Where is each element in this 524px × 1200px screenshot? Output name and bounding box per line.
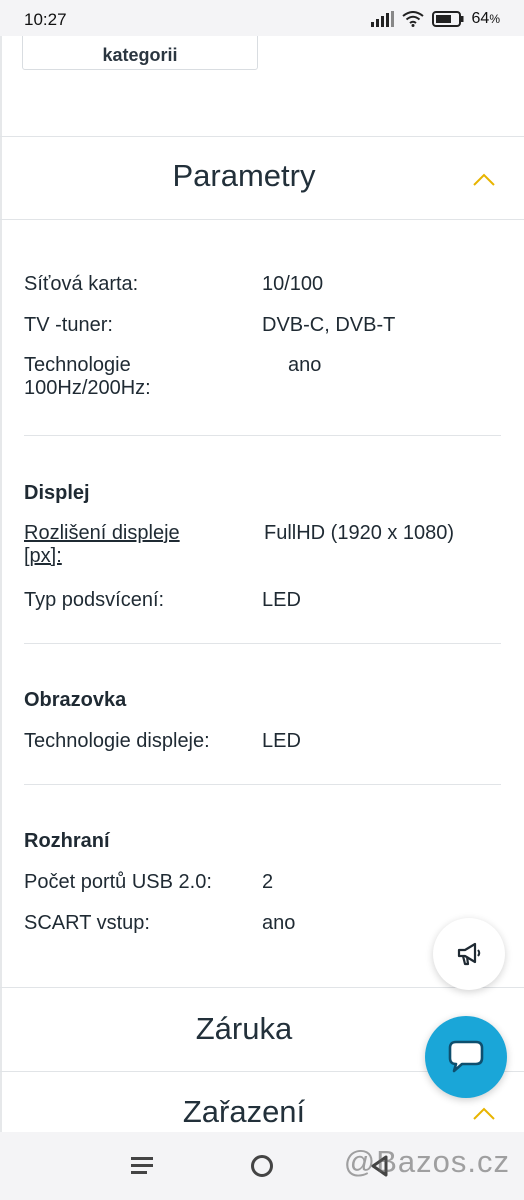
- param-row: Rozlišení displeje [px]: FullHD (1920 x …: [24, 522, 504, 570]
- divider: [0, 136, 524, 137]
- param-row: Počet portů USB 2.0: 2: [24, 871, 504, 895]
- param-value: ano: [262, 912, 296, 934]
- system-nav-bar: @Bazos.cz: [0, 1132, 524, 1200]
- param-value: FullHD (1920 x 1080): [264, 522, 455, 544]
- zarazeni-title: Zařazení: [182, 1094, 306, 1129]
- home-icon[interactable]: [250, 1154, 274, 1178]
- param-value: DVB-C, DVB-T: [262, 314, 396, 336]
- param-value: ano: [288, 354, 322, 376]
- battery-percent: 64%: [471, 10, 500, 27]
- param-value: LED: [262, 730, 301, 752]
- divider: [0, 219, 524, 220]
- group-title-rozhrani: Rozhraní: [24, 830, 110, 852]
- param-label-line2: 100Hz/200Hz:: [24, 377, 151, 399]
- wifi-icon: [401, 11, 424, 27]
- param-label: SCART vstup:: [24, 912, 150, 934]
- param-row: TV -tuner: DVB-C, DVB-T: [24, 314, 504, 338]
- param-row: Síťová karta: 10/100: [24, 273, 504, 297]
- param-value: LED: [262, 589, 301, 611]
- battery-icon: [431, 11, 464, 27]
- param-row: Technologie 100Hz/200Hz: ano: [24, 354, 504, 402]
- param-label: TV -tuner:: [24, 314, 113, 336]
- param-label: Počet portů USB 2.0:: [24, 871, 212, 893]
- card-border: [0, 36, 2, 1132]
- report-button[interactable]: [433, 918, 505, 990]
- param-row: Technologie displeje: LED: [24, 730, 504, 754]
- param-label-line2[interactable]: [px]:: [24, 545, 62, 567]
- divider: [0, 987, 524, 988]
- parametry-title: Parametry: [172, 158, 316, 193]
- status-icons: 64%: [370, 9, 500, 29]
- param-label: Typ podsvícení:: [24, 589, 165, 611]
- group-title-obrazovka: Obrazovka: [24, 689, 127, 711]
- zaruka-header[interactable]: Záruka: [0, 1011, 488, 1047]
- param-row: SCART vstup: ano: [24, 912, 504, 936]
- divider: [24, 643, 501, 644]
- category-button[interactable]: kategorii: [22, 36, 258, 70]
- megaphone-icon: [457, 942, 481, 966]
- page-content[interactable]: kategorii Parametry Síťová karta: 10/100…: [0, 36, 524, 1132]
- chevron-up-icon[interactable]: [473, 172, 495, 186]
- param-label: Technologie displeje:: [24, 730, 210, 752]
- chat-icon: [448, 1040, 484, 1073]
- status-time: 10:27: [24, 10, 67, 29]
- group-title-displej: Displej: [24, 482, 90, 504]
- param-label-line1: Technologie: [24, 354, 131, 376]
- watermark: @Bazos.cz: [343, 1144, 510, 1179]
- param-row: Typ podsvícení: LED: [24, 589, 504, 613]
- param-label-line1[interactable]: Rozlišení displeje: [24, 522, 180, 544]
- menu-icon[interactable]: [131, 1155, 153, 1175]
- chat-button[interactable]: [425, 1016, 507, 1098]
- category-button-label: kategorii: [102, 45, 178, 65]
- signal-icon: [370, 11, 394, 27]
- divider: [24, 435, 501, 436]
- param-label-link[interactable]: Rozlišení displeje [px]:: [24, 522, 254, 568]
- param-value: 10/100: [262, 273, 324, 295]
- param-value: 2: [262, 871, 274, 893]
- chevron-up-icon[interactable]: [473, 1106, 495, 1120]
- status-bar: 10:27 64%: [0, 0, 524, 36]
- param-label: Síťová karta:: [24, 273, 139, 295]
- divider: [24, 784, 501, 785]
- param-label: Technologie 100Hz/200Hz:: [24, 354, 254, 400]
